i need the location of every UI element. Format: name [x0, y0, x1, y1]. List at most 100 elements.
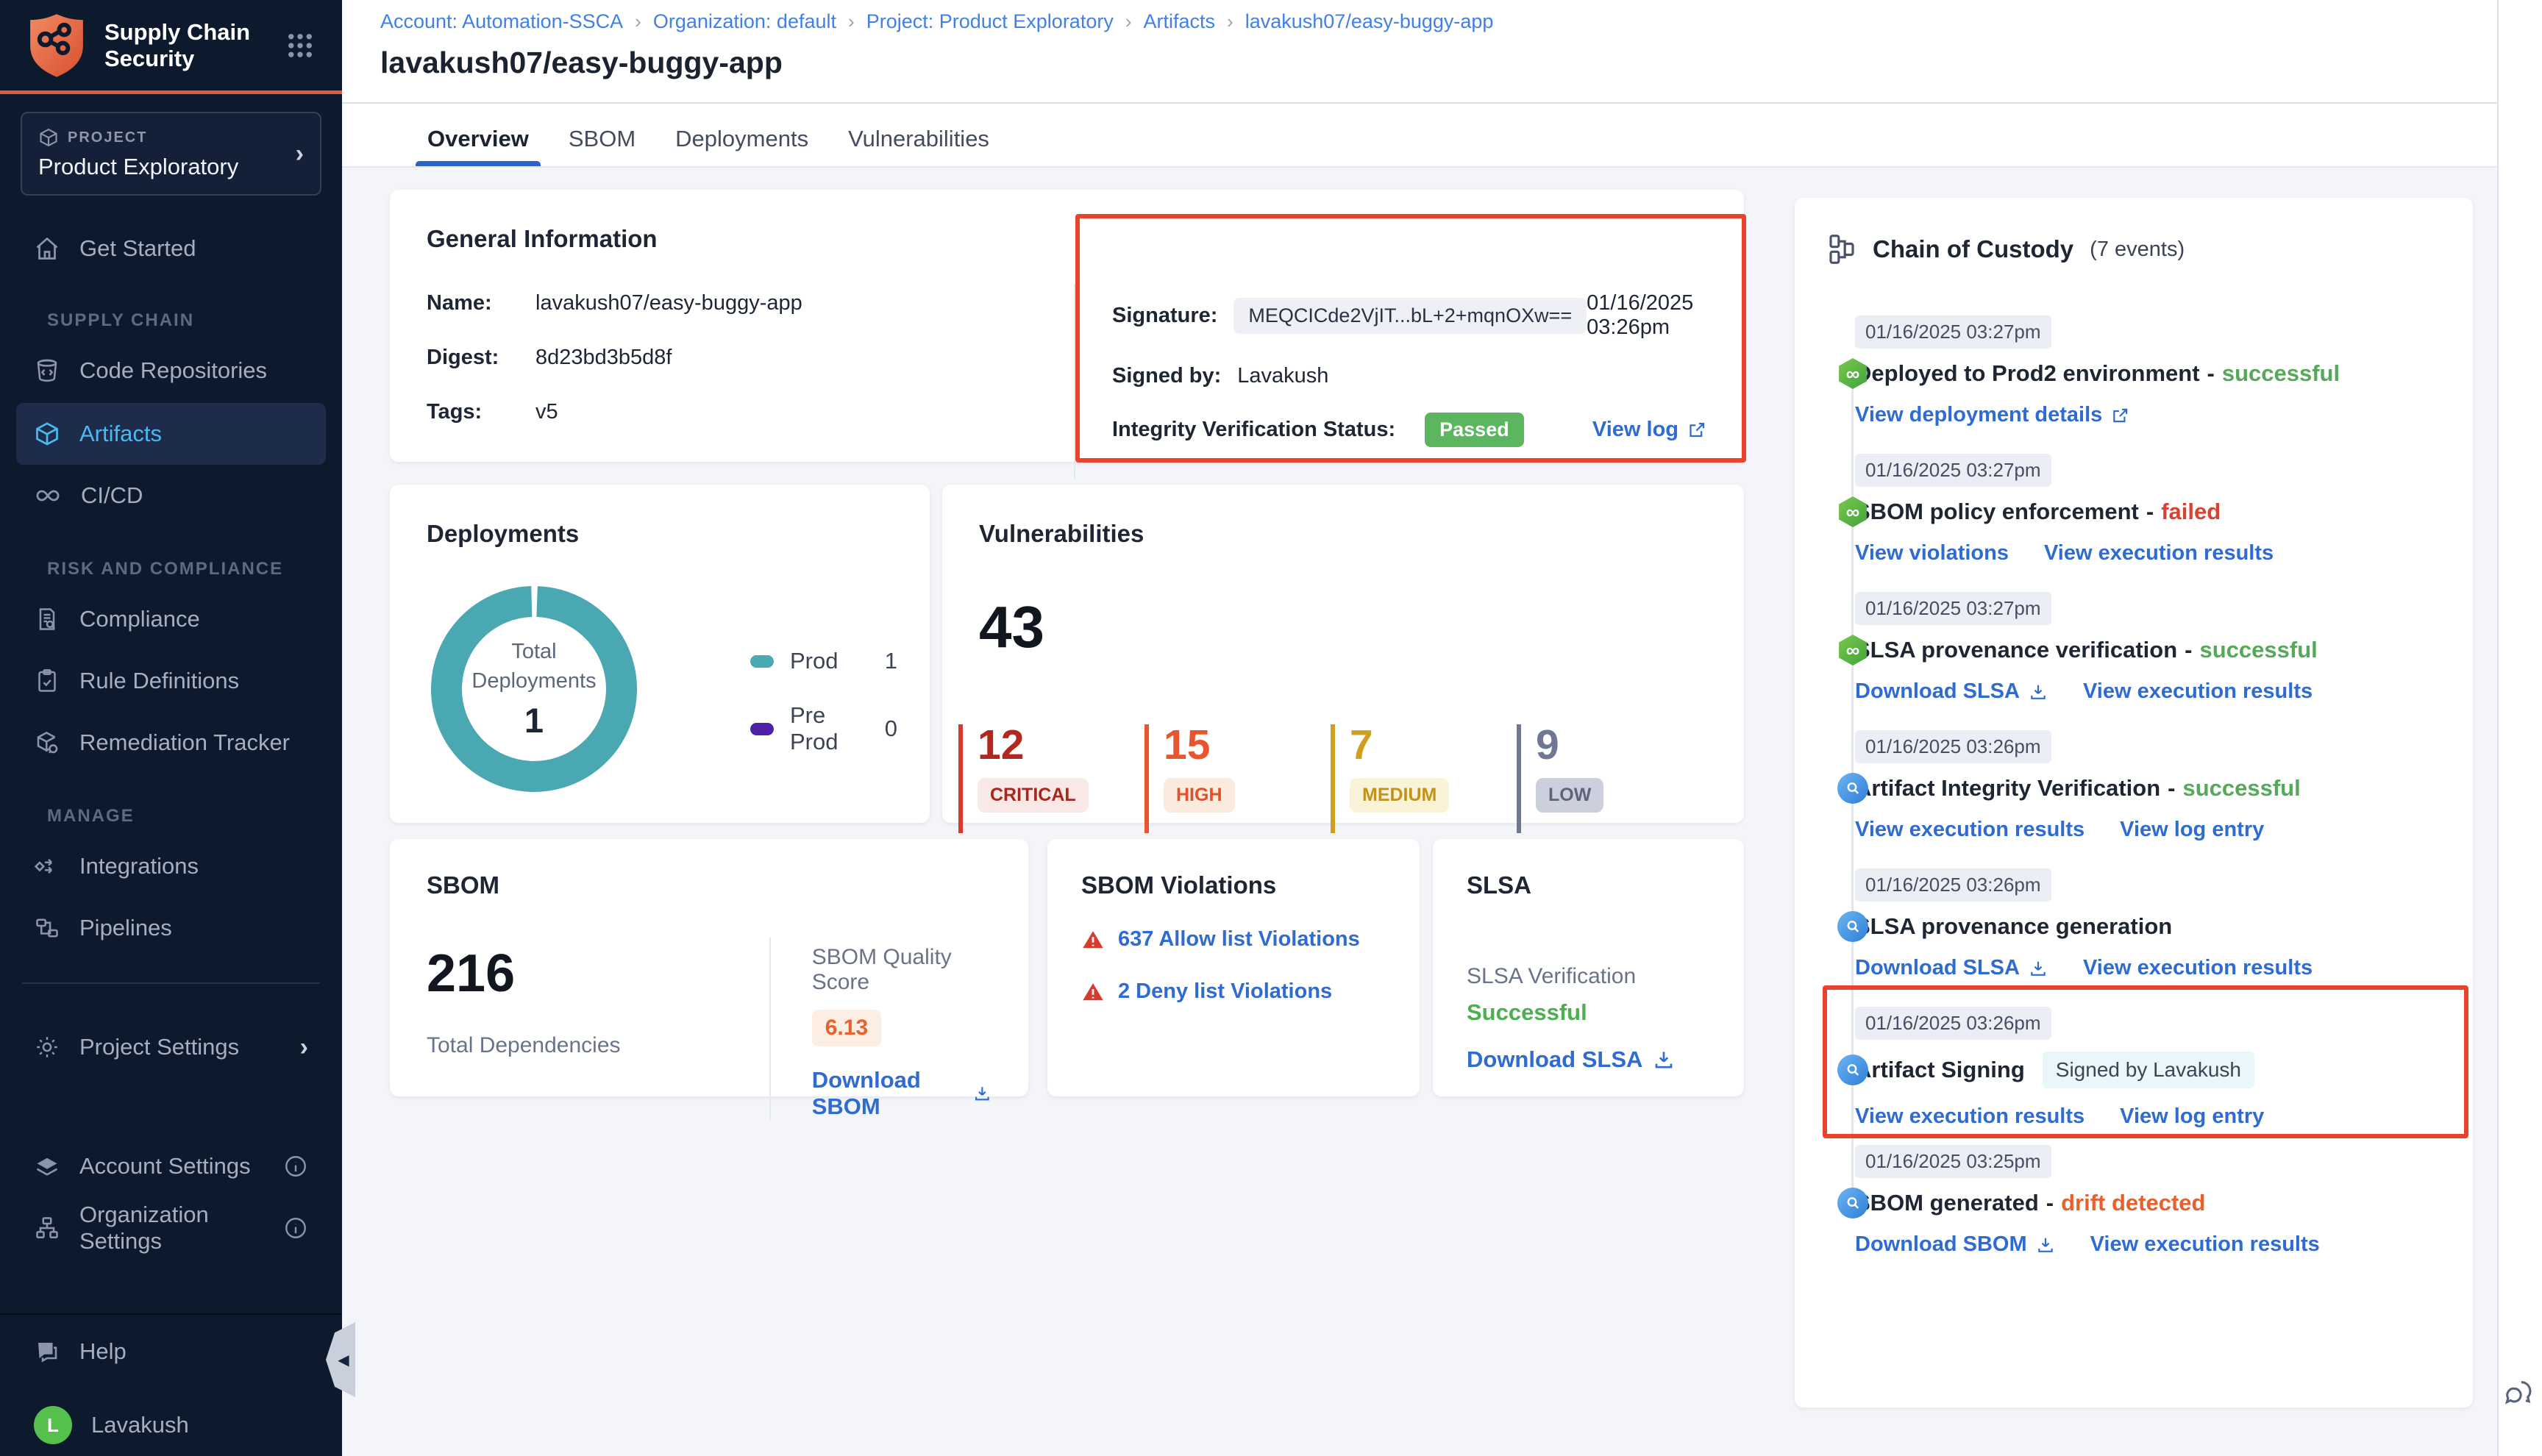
sidebar-item-integrations[interactable]: Integrations [16, 835, 326, 897]
signed-by-badge: Signed by Lavakush [2043, 1052, 2254, 1088]
view-execution-results-link[interactable]: View execution results [2083, 956, 2313, 980]
org-chart-gear-icon [34, 1215, 60, 1241]
info-icon[interactable] [283, 1216, 308, 1241]
breadcrumb-organization[interactable]: Organization: default [653, 10, 836, 33]
sidebar-item-remediation-tracker[interactable]: Remediation Tracker [16, 712, 326, 774]
event-timestamp: 01/16/2025 03:26pm [1855, 868, 2051, 902]
app-grid-icon[interactable] [285, 30, 316, 61]
custody-event-artifact-integrity: 01/16/2025 03:26pm Artifact Integrity Ve… [1795, 730, 2451, 842]
custody-event-deployed-prod2: 01/16/2025 03:27pm ∞ Deployed to Prod2 e… [1795, 315, 2451, 427]
view-execution-results-link[interactable]: View execution results [1855, 1105, 2084, 1129]
event-timestamp: 01/16/2025 03:25pm [1855, 1145, 2051, 1178]
view-deployment-details-link[interactable]: View deployment details [1855, 403, 2130, 427]
artifact-digest: 8d23bd3b5d8f [535, 346, 672, 370]
prod-count: 1 [885, 648, 897, 674]
legend-item-prod: Prod 1 [750, 648, 897, 674]
view-log-link[interactable]: View log [1592, 418, 1707, 442]
breadcrumb-project[interactable]: Project: Product Exploratory [866, 10, 1114, 33]
severity-critical: 12 CRITICAL [958, 724, 1144, 833]
sidebar-item-get-started[interactable]: Get Started [16, 218, 326, 279]
breadcrumb-current[interactable]: lavakush07/easy-buggy-app [1245, 10, 1494, 33]
sidebar-item-code-repositories[interactable]: Code Repositories [16, 340, 326, 402]
card-title: Deployments [427, 520, 893, 548]
card-title: General Information [427, 225, 1707, 253]
card-title: SLSA [1467, 871, 1710, 899]
external-link-icon [2111, 406, 2130, 425]
sbom-quality-label: SBOM Quality Score [812, 945, 991, 995]
deployments-donut-chart: Total Deployments 1 [424, 579, 644, 799]
signature-value[interactable]: MEQCICde2VjIT...bL+2+mqnOXw== [1233, 298, 1587, 334]
prod-color-dot [750, 655, 774, 668]
user-name: Lavakush [91, 1412, 189, 1438]
tab-sbom[interactable]: SBOM [567, 112, 637, 166]
compliance-document-icon [34, 606, 60, 632]
slsa-verification-label: SLSA Verification [1467, 964, 1710, 989]
event-timestamp: 01/16/2025 03:27pm [1855, 592, 2051, 625]
sidebar-item-project-settings[interactable]: Project Settings › [16, 1016, 326, 1078]
main-area: Account: Automation-SSCA › Organization:… [342, 0, 2542, 1456]
sidebar-divider [22, 982, 320, 984]
overview-content: General Information Name: lavakush07/eas… [342, 168, 2497, 1456]
sidebar-item-organization-settings[interactable]: Organization Settings [16, 1197, 326, 1259]
breadcrumb-artifacts[interactable]: Artifacts [1144, 10, 1216, 33]
project-label: PROJECT [68, 129, 147, 146]
event-status: failed [2161, 499, 2221, 525]
deny-list-violations-link[interactable]: 2 Deny list Violations [1118, 979, 1332, 1004]
event-timestamp: 01/16/2025 03:27pm [1855, 315, 2051, 349]
status-badge-passed: Passed [1425, 413, 1524, 447]
tab-overview[interactable]: Overview [426, 112, 530, 166]
view-execution-results-link[interactable]: View execution results [2090, 1232, 2320, 1257]
sidebar-item-account-settings[interactable]: Account Settings [16, 1135, 326, 1197]
deployments-card: Deployments Total Deployments 1 Prod [390, 485, 930, 823]
sidebar-item-help[interactable]: ? Help [16, 1321, 326, 1382]
download-sbom-link[interactable]: Download SBOM [1855, 1232, 2055, 1257]
home-icon [34, 235, 60, 262]
card-title: Vulnerabilities [979, 520, 1707, 548]
user-menu[interactable]: L Lavakush [16, 1394, 326, 1456]
view-violations-link[interactable]: View violations [1855, 541, 2009, 565]
download-icon [1653, 1049, 1675, 1071]
tab-deployments[interactable]: Deployments [674, 112, 810, 166]
download-slsa-link[interactable]: Download SLSA [1855, 956, 2048, 980]
allow-list-violations-link[interactable]: 637 Allow list Violations [1118, 927, 1360, 952]
scan-step-icon [1837, 911, 1868, 942]
download-sbom-link[interactable]: Download SBOM [812, 1067, 991, 1120]
sidebar-item-cicd[interactable]: CI/CD [16, 465, 326, 527]
view-execution-results-link[interactable]: View execution results [2044, 541, 2274, 565]
info-icon[interactable] [283, 1154, 308, 1179]
support-chat-icon[interactable] [2502, 1377, 2536, 1410]
chain-of-custody-icon [1827, 233, 1856, 265]
clipboard-check-icon [34, 668, 60, 694]
card-title: SBOM Violations [1081, 871, 1386, 899]
view-execution-results-link[interactable]: View execution results [1855, 818, 2084, 842]
chain-of-custody-card: Chain of Custody (7 events) 01/16/2025 0… [1795, 198, 2473, 1407]
download-slsa-link[interactable]: Download SLSA [1467, 1046, 1710, 1073]
view-execution-results-link[interactable]: View execution results [2083, 679, 2313, 704]
remediation-box-icon [34, 729, 60, 756]
integrity-status-row: Integrity Verification Status: Passed Vi… [1112, 413, 1707, 447]
sidebar-item-pipelines[interactable]: Pipelines [16, 897, 326, 959]
layers-gear-icon [34, 1153, 60, 1180]
breadcrumb-separator: › [635, 10, 641, 33]
section-manage: MANAGE [47, 806, 135, 827]
event-status: successful [2222, 360, 2340, 387]
download-slsa-link[interactable]: Download SLSA [1855, 679, 2048, 704]
preprod-color-dot [750, 723, 774, 735]
scan-step-icon [1837, 773, 1868, 804]
view-log-entry-link[interactable]: View log entry [2120, 1105, 2264, 1129]
custody-event-slsa-generation: 01/16/2025 03:26pm SLSA provenance gener… [1795, 868, 2451, 980]
external-link-icon [1687, 420, 1707, 440]
sidebar-item-artifacts[interactable]: Artifacts [16, 403, 326, 465]
view-log-entry-link[interactable]: View log entry [2120, 818, 2264, 842]
tab-vulnerabilities[interactable]: Vulnerabilities [847, 112, 991, 166]
allow-list-violations-row: 637 Allow list Violations [1081, 927, 1386, 952]
breadcrumb-account[interactable]: Account: Automation-SSCA [380, 10, 623, 33]
chevron-right-icon: › [296, 140, 304, 168]
sidebar-item-compliance[interactable]: Compliance [16, 588, 326, 650]
custody-event-artifact-signing: 01/16/2025 03:26pm Artifact Signing Sign… [1795, 1007, 2451, 1129]
sidebar-item-rule-definitions[interactable]: Rule Definitions [16, 650, 326, 712]
chevron-right-icon: › [300, 1033, 308, 1062]
project-selector[interactable]: PROJECT Product Exploratory › [21, 112, 321, 196]
signature-date: 01/16/2025 03:26pm [1587, 291, 1707, 340]
general-information-card: General Information Name: lavakush07/eas… [390, 190, 1744, 462]
